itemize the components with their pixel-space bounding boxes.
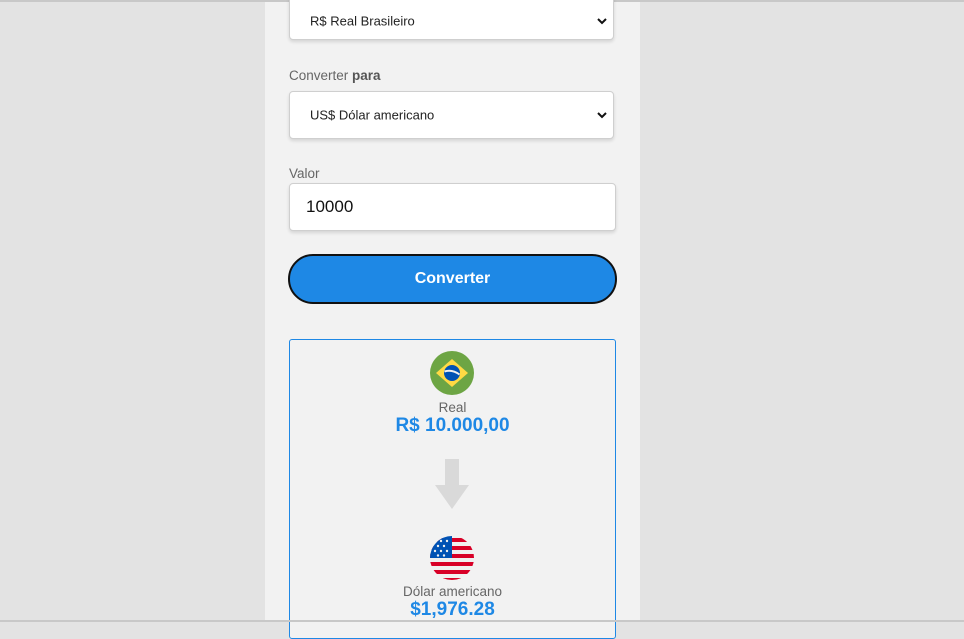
chevron-down-icon xyxy=(597,112,607,119)
result-card: Real R$ 10.000,00 Dólar americano $1,976… xyxy=(289,339,616,639)
amount-input[interactable]: 10000 xyxy=(289,183,616,231)
converter-panel: R$ Real Brasileiro Converter para US$ Dó… xyxy=(265,0,640,639)
from-currency-name: Real xyxy=(438,400,467,415)
usa-flag-icon xyxy=(430,536,474,580)
to-currency-value: US$ Dólar americano xyxy=(310,107,435,123)
to-label-bold: para xyxy=(352,68,381,83)
from-currency-value: R$ Real Brasileiro xyxy=(310,13,415,29)
amount-input-value: 10000 xyxy=(306,197,354,216)
to-currency-label: Converter para xyxy=(289,68,381,83)
from-currency-amount: R$ 10.000,00 xyxy=(395,415,510,436)
to-currency-amount: $1,976.28 xyxy=(410,599,495,620)
brazil-flag-icon xyxy=(430,351,474,395)
from-currency-select[interactable]: R$ Real Brasileiro xyxy=(289,0,614,40)
to-currency-select[interactable]: US$ Dólar americano xyxy=(289,91,614,139)
to-currency-name: Dólar americano xyxy=(402,584,503,599)
amount-label: Valor xyxy=(289,166,320,181)
chevron-down-icon xyxy=(597,18,607,25)
arrow-down-icon xyxy=(435,459,469,509)
to-label-prefix: Converter xyxy=(289,68,349,83)
convert-button[interactable]: Converter xyxy=(288,254,617,304)
